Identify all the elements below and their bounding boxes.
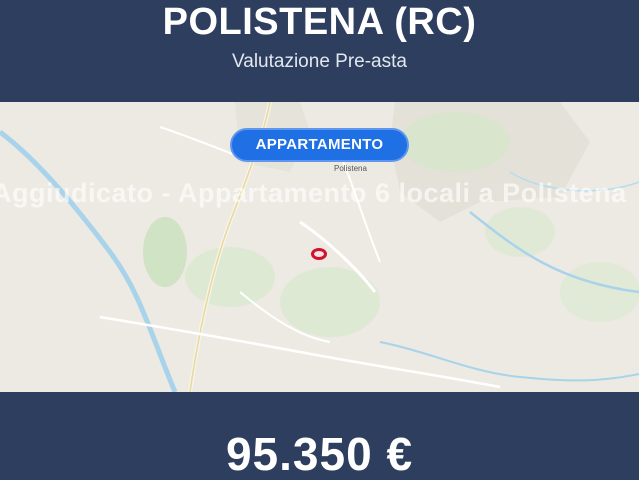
price-value: 95.350 € bbox=[225, 428, 414, 480]
location-pin-icon[interactable] bbox=[311, 248, 327, 260]
page-subtitle: Valutazione Pre-asta bbox=[232, 51, 407, 72]
price-bar: 95.350 € bbox=[0, 392, 639, 480]
property-type-badge: APPARTAMENTO bbox=[230, 128, 409, 162]
watermark-text: Aggiudicato - Appartamento 6 locali a Po… bbox=[0, 178, 627, 208]
page-title: POLISTENA (RC) bbox=[162, 1, 477, 43]
map-place-label: Polistena bbox=[334, 164, 367, 173]
location-map[interactable]: Aggiudicato - Appartamento 6 locali a Po… bbox=[0, 102, 639, 392]
header-bar: POLISTENA (RC) Valutazione Pre-asta bbox=[0, 0, 639, 102]
